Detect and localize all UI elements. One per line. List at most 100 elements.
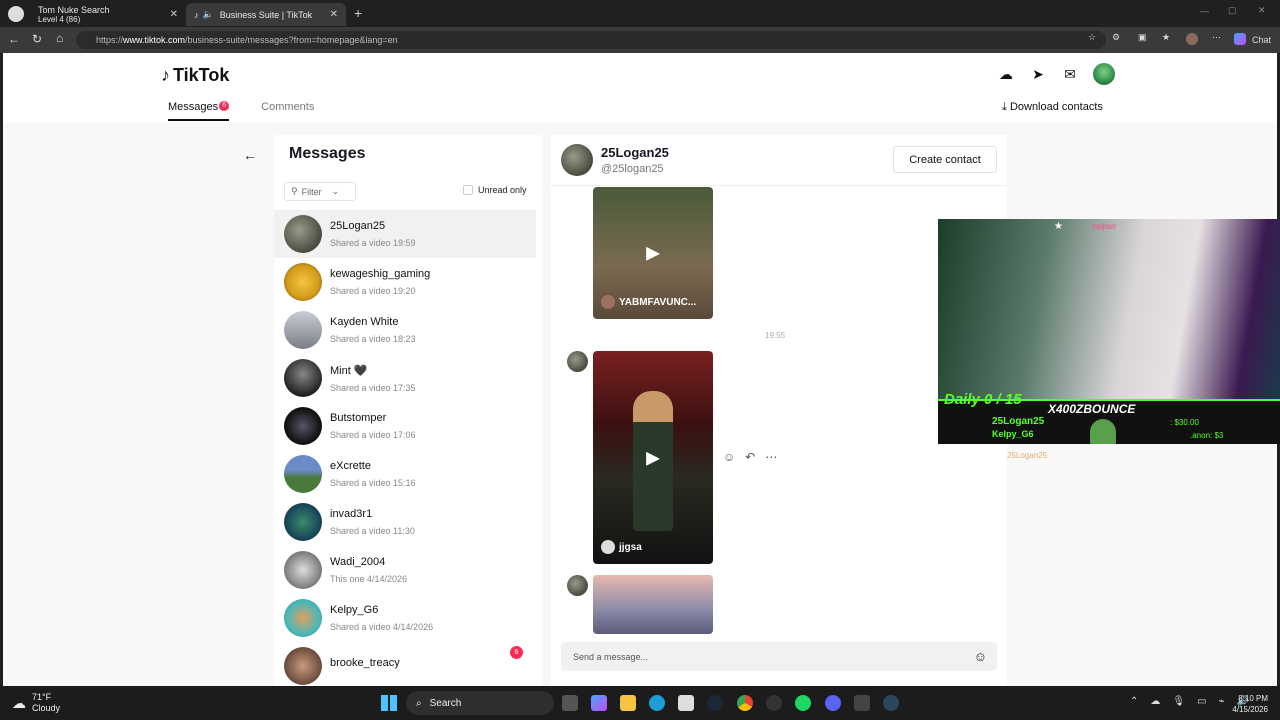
unread-checkbox[interactable]	[463, 185, 473, 195]
filter-dropdown[interactable]: ⚲ Filter ⌄	[284, 182, 356, 201]
chat-label[interactable]: Chat	[1252, 35, 1271, 45]
speaker-icon[interactable]: 🔈	[203, 9, 214, 20]
avatar	[567, 575, 588, 596]
avatar	[601, 540, 615, 554]
download-contacts-label: Download contacts	[1009, 101, 1103, 113]
close-window-icon[interactable]: ✕	[1258, 5, 1266, 16]
profile-icon[interactable]	[1186, 33, 1198, 45]
url-field[interactable]: https://www.tiktok.com/business-suite/me…	[76, 31, 1106, 49]
file-explorer-icon[interactable]	[620, 695, 636, 711]
tab-messages[interactable]: Messages 6	[168, 101, 230, 121]
onedrive-icon[interactable]: ☁	[1150, 696, 1160, 707]
donation-amount-2: .anon: $3	[1190, 431, 1224, 440]
create-contact-button[interactable]: Create contact	[893, 146, 997, 173]
minimize-icon[interactable]: —	[1200, 6, 1209, 16]
play-icon[interactable]: ▶	[646, 243, 660, 264]
header-icons: ☁ ➤ ✉	[997, 63, 1115, 85]
back-arrow-icon[interactable]: ←	[243, 147, 257, 163]
emoji-icon[interactable]: ☺	[974, 649, 987, 664]
avatar[interactable]	[561, 144, 593, 176]
react-emoji-icon[interactable]: ☺	[723, 450, 735, 464]
inbox-icon[interactable]: ✉	[1061, 65, 1079, 83]
store-icon[interactable]	[678, 695, 694, 711]
download-contacts-button[interactable]: ⤓ Download contacts	[1002, 101, 1103, 114]
avatar	[567, 351, 588, 372]
top-nav: Messages 6 Comments	[168, 101, 314, 121]
top-name: zalparr	[1092, 222, 1117, 231]
shared-video[interactable]: ▶ YABMFAVUNC...	[593, 187, 713, 319]
maximize-icon[interactable]: ▢	[1228, 5, 1237, 16]
copilot-icon[interactable]	[1234, 33, 1246, 45]
tiktok-favicon-icon: ♪	[194, 9, 199, 20]
refresh-icon[interactable]: ↻	[32, 32, 42, 46]
tiktok-logo[interactable]: ♪ TikTok	[161, 65, 229, 86]
reply-icon[interactable]: ↶	[745, 450, 755, 464]
upload-cloud-icon[interactable]: ☁	[997, 65, 1015, 83]
chevron-up-icon[interactable]: ⌃	[1130, 696, 1138, 707]
edge-icon[interactable]	[649, 695, 665, 711]
clock-time: 8:10 PM	[1238, 694, 1268, 703]
favorite-star-icon[interactable]: ☆	[1088, 32, 1096, 43]
task-view-icon[interactable]	[562, 695, 578, 711]
discord-icon[interactable]	[825, 695, 841, 711]
shared-video[interactable]	[593, 575, 713, 634]
play-icon[interactable]: ▶	[646, 447, 660, 468]
taskbar-search-label: Search	[429, 697, 462, 709]
weather-desc: Cloudy	[32, 703, 61, 713]
conversation-item[interactable]: kewageshig_gaming Shared a video 19:20	[274, 258, 536, 306]
more-icon[interactable]: ⋯	[765, 450, 777, 464]
app-icon[interactable]	[8, 6, 24, 22]
conversation-item[interactable]: invad3r1 Shared a video 11:30	[274, 498, 536, 546]
taskbar-search[interactable]: ⌕ Search	[406, 691, 554, 715]
send-icon[interactable]: ➤	[1029, 65, 1047, 83]
message-input[interactable]: Send a message... ☺	[561, 642, 997, 671]
chat-contact-name[interactable]: 25Logan25	[601, 145, 669, 160]
logo-text: TikTok	[173, 65, 230, 85]
weather-widget[interactable]: ☁ 71°F Cloudy	[12, 692, 60, 714]
plus-icon[interactable]: +	[354, 5, 362, 21]
close-tab-icon[interactable]: ✕	[330, 9, 338, 20]
conversation-panel: Messages ⚲ Filter ⌄ Unread only 25Logan2…	[274, 135, 542, 686]
back-icon[interactable]: ←	[8, 32, 20, 46]
spotify-icon[interactable]	[795, 695, 811, 711]
steam-app-icon[interactable]	[883, 695, 899, 711]
user-avatar[interactable]	[1093, 63, 1115, 85]
conversation-item[interactable]: eXcrette Shared a video 15:16	[274, 450, 536, 498]
conversation-item[interactable]: brooke_treacy 6	[274, 642, 536, 686]
conversation-item[interactable]: Butstomper Shared a video 17:06	[274, 402, 536, 450]
conversation-item[interactable]: Kayden White Shared a video 18:23	[274, 306, 536, 354]
close-tab-icon[interactable]: ✕	[170, 9, 178, 20]
conversation-name: Kelpy_G6	[330, 604, 379, 616]
chevron-down-icon: ⌄	[331, 186, 340, 196]
webcam-feed	[938, 219, 1280, 409]
steam-icon[interactable]	[707, 695, 723, 711]
chrome-icon[interactable]	[737, 695, 753, 711]
start-icon[interactable]	[381, 695, 397, 711]
home-icon[interactable]: ⌂	[56, 31, 63, 45]
favorites-icon[interactable]: ★	[1162, 32, 1170, 43]
more-icon[interactable]: ⋯	[1212, 32, 1221, 43]
tab-business-suite[interactable]: ♪ 🔈 Business Suite | TikTok ✕	[186, 3, 346, 26]
extensions-icon[interactable]: ⚙	[1112, 32, 1120, 43]
conversation-item[interactable]: Mint 🖤 Shared a video 17:35	[274, 354, 536, 402]
avatar	[284, 647, 322, 685]
conversation-item[interactable]: Wadi_2004 This one 4/14/2026	[274, 546, 536, 594]
donor-line-1: 25Logan25	[992, 416, 1045, 427]
unread-only-toggle[interactable]: Unread only	[463, 185, 527, 195]
copilot-app-icon[interactable]	[591, 695, 607, 711]
tab-search[interactable]: Tom Nuke Search Level 4 (86) ✕	[30, 3, 186, 26]
clock[interactable]: 8:10 PM 4/15/2026	[1224, 693, 1268, 715]
avatar	[284, 311, 322, 349]
avatar	[284, 455, 322, 493]
conversation-item[interactable]: 25Logan25 Shared a video 19:59	[274, 210, 536, 258]
tab-comments[interactable]: Comments	[261, 101, 314, 121]
shared-video[interactable]: ▶ jjgsa	[593, 351, 713, 564]
conversation-preview: Shared a video 11:30	[330, 526, 415, 536]
conversation-item[interactable]: Kelpy_G6 Shared a video 4/14/2026	[274, 594, 536, 642]
mic-icon[interactable]: 🎙	[1172, 696, 1185, 707]
collections-icon[interactable]: ▣	[1138, 32, 1147, 43]
obs-icon[interactable]	[766, 695, 782, 711]
tab-business-suite-title: Business Suite | TikTok	[219, 9, 313, 20]
display-icon[interactable]: ▭	[1197, 696, 1206, 707]
xbox-icon[interactable]	[854, 695, 870, 711]
